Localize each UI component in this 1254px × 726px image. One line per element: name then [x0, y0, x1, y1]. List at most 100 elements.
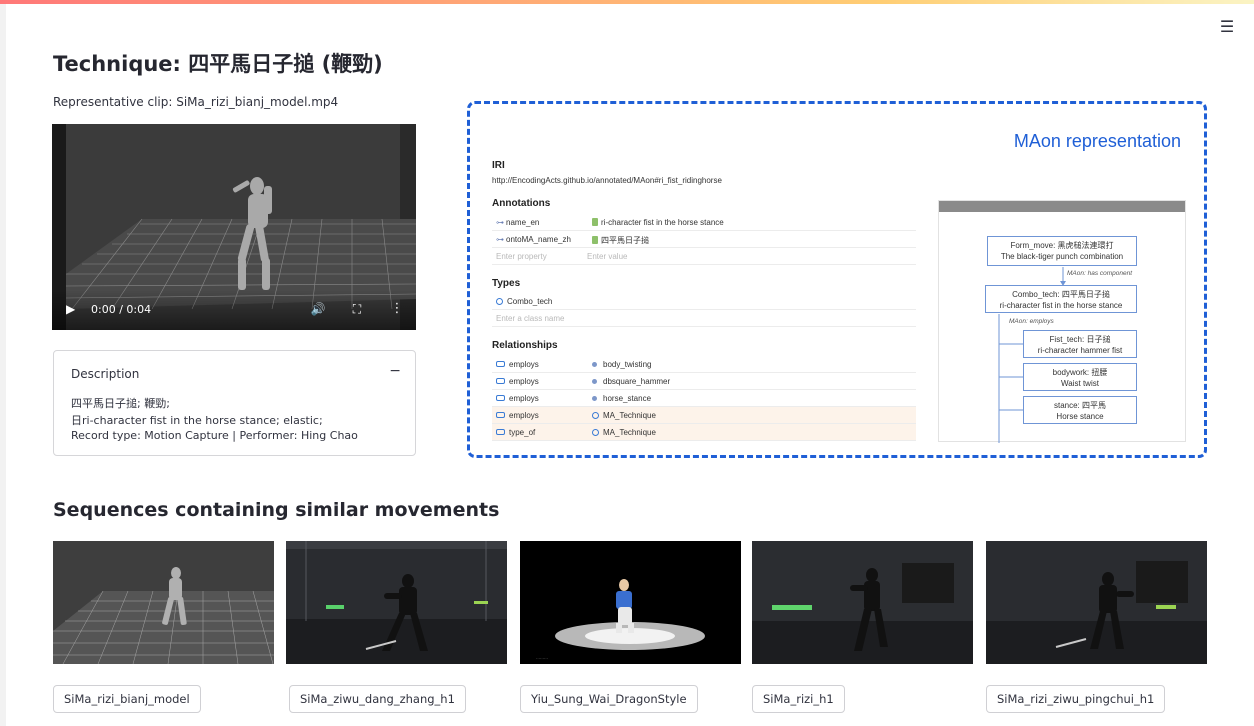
more-icon[interactable]: ⋮	[389, 301, 405, 317]
annotation-value: ri-character fist in the horse stance	[601, 218, 724, 227]
literal-icon	[592, 236, 598, 244]
annotation-property: ontoMA_name_zh	[506, 235, 571, 244]
annotation-value: 四平馬日子搥	[601, 236, 649, 245]
node-sublabel: Waist twist	[1061, 379, 1099, 388]
video-player[interactable]: ▶ 0:00 / 0:04 🔊 ⛶ ⋮	[52, 124, 416, 330]
node-label: Form_move: 黑虎槌法連環打	[1010, 241, 1114, 250]
page-title: Technique: 四平馬日子搥 (鞭勁)	[53, 52, 383, 76]
annotation-property-icon: ⊶	[496, 235, 504, 244]
node-label: Fist_tech: 日子搥	[1049, 335, 1111, 344]
relationship-property: employs	[509, 411, 539, 420]
node-label: stance: 四平馬	[1053, 401, 1106, 410]
iri-label: IRI	[492, 160, 505, 171]
sequence-thumbnail[interactable]	[286, 541, 507, 664]
individual-icon	[592, 396, 597, 401]
sequence-button[interactable]: SiMa_ziwu_dang_zhang_h1	[289, 685, 466, 713]
relationship-row[interactable]: employs body_twisting	[492, 356, 916, 373]
annotation-input-row[interactable]: Enter property Enter value	[492, 248, 916, 265]
description-header[interactable]: Description	[71, 367, 139, 381]
types-label: Types	[492, 278, 521, 289]
annotation-row[interactable]: ⊶ ontoMA_name_zh 四平馬日子搥	[492, 231, 916, 248]
description-line: 日ri-character fist in the horse stance; …	[71, 414, 323, 427]
sequence-thumbnail[interactable]	[53, 541, 274, 664]
annotation-property-icon: ⊶	[496, 218, 504, 227]
class-icon	[496, 298, 503, 305]
relationship-property: employs	[509, 394, 539, 403]
literal-icon	[592, 218, 598, 226]
individual-icon	[592, 379, 597, 384]
node-sublabel: ri-character hammer fist	[1037, 346, 1123, 355]
class-icon	[592, 429, 599, 436]
relationship-property: type_of	[509, 428, 536, 437]
edge-label: MAon: has component	[1067, 270, 1133, 277]
volume-icon[interactable]: 🔊	[310, 301, 326, 317]
maon-title: MAon representation	[1013, 131, 1181, 151]
left-edge	[0, 4, 6, 726]
relationship-row[interactable]: employs dbsquare_hammer	[492, 373, 916, 390]
relationships-label: Relationships	[492, 340, 558, 351]
sequence-thumbnail[interactable]	[752, 541, 973, 664]
sequence-button[interactable]: SiMa_rizi_h1	[752, 685, 845, 713]
top-decoration-bar	[0, 0, 1254, 4]
type-row[interactable]: Combo_tech	[492, 293, 916, 310]
sequence-thumbnail[interactable]	[986, 541, 1207, 664]
clip-caption: Representative clip: SiMa_rizi_bianj_mod…	[53, 95, 339, 109]
video-time: 0:00 / 0:04	[91, 303, 152, 316]
object-property-icon	[496, 361, 505, 367]
relationship-property: employs	[509, 360, 539, 369]
relationship-property: employs	[509, 377, 539, 386]
node-sublabel: Horse stance	[1056, 412, 1104, 421]
description-expander: Description − 四平馬日子搥; 鞭勁; 日ri-character …	[53, 350, 416, 456]
enter-value-placeholder[interactable]: Enter value	[587, 252, 627, 261]
node-label: Combo_tech: 四平馬日子搥	[1012, 290, 1110, 299]
annotation-property: name_en	[506, 218, 540, 227]
edge-label: MAon: employs	[1009, 318, 1054, 325]
individual-icon	[592, 362, 597, 367]
object-property-icon	[496, 378, 505, 384]
node-label: bodywork: 扭腰	[1052, 368, 1108, 377]
description-line: 四平馬日子搥; 鞭勁;	[71, 397, 170, 410]
enter-property-placeholder[interactable]: Enter property	[496, 252, 547, 261]
class-icon	[592, 412, 599, 419]
section-title: Sequences containing similar movements	[53, 499, 500, 521]
diagram-node: Fist_tech: 日子搥 ri-character hammer fist	[1023, 330, 1137, 358]
sequence-button[interactable]: SiMa_rizi_bianj_model	[53, 685, 201, 713]
diagram-node: stance: 四平馬 Horse stance	[1023, 396, 1137, 424]
enter-class-placeholder[interactable]: Enter a class name	[496, 314, 564, 323]
svg-text:………: ………	[536, 655, 548, 660]
maon-panel: MAon representation IRI http://EncodingA…	[467, 101, 1207, 458]
diagram-node: Form_move: 黑虎槌法連環打 The black-tiger punch…	[987, 236, 1137, 266]
object-property-icon	[496, 412, 505, 418]
relationship-row[interactable]: employs MA_Technique	[492, 407, 916, 424]
annotations-label: Annotations	[492, 198, 551, 209]
thumbnail-image: ………	[520, 541, 741, 664]
fullscreen-icon[interactable]: ⛶	[349, 301, 365, 317]
relationship-value: horse_stance	[603, 394, 652, 403]
node-sublabel: The black-tiger punch combination	[1000, 252, 1124, 261]
hamburger-icon[interactable]: ☰	[1218, 18, 1236, 36]
sequence-button[interactable]: SiMa_rizi_ziwu_pingchui_h1	[986, 685, 1166, 713]
thumbnail-image	[986, 541, 1207, 664]
relationship-value: MA_Technique	[603, 411, 656, 420]
node-sublabel: ri-character fist in the horse stance	[999, 301, 1123, 310]
relationship-value: dbsquare_hammer	[603, 377, 671, 386]
annotation-row[interactable]: ⊶ name_en ri-character fist in the horse …	[492, 214, 916, 231]
relationship-row[interactable]: type_of MA_Technique	[492, 424, 916, 441]
thumbnail-image	[53, 541, 274, 664]
relationship-row[interactable]: employs horse_stance	[492, 390, 916, 407]
object-property-icon	[496, 429, 505, 435]
sequence-button[interactable]: Yiu_Sung_Wai_DragonStyle	[520, 685, 698, 713]
description-line: Record type: Motion Capture | Performer:…	[71, 429, 358, 442]
play-icon[interactable]: ▶	[66, 302, 80, 316]
diagram-node: bodywork: 扭腰 Waist twist	[1023, 363, 1137, 391]
sequence-thumbnail[interactable]: ………	[520, 541, 741, 664]
ontology-diagram: Form_move: 黑虎槌法連環打 The black-tiger punch…	[938, 200, 1186, 443]
relationship-value: body_twisting	[603, 360, 652, 369]
diagram-node: Combo_tech: 四平馬日子搥 ri-character fist in …	[985, 285, 1137, 313]
thumbnail-image	[752, 541, 973, 664]
iri-value: http://EncodingActs.github.io/annotated/…	[492, 176, 722, 185]
type-value: Combo_tech	[507, 297, 553, 306]
collapse-icon[interactable]: −	[389, 363, 401, 379]
type-input-row[interactable]: Enter a class name	[492, 310, 916, 327]
relationship-value: MA_Technique	[603, 428, 656, 437]
